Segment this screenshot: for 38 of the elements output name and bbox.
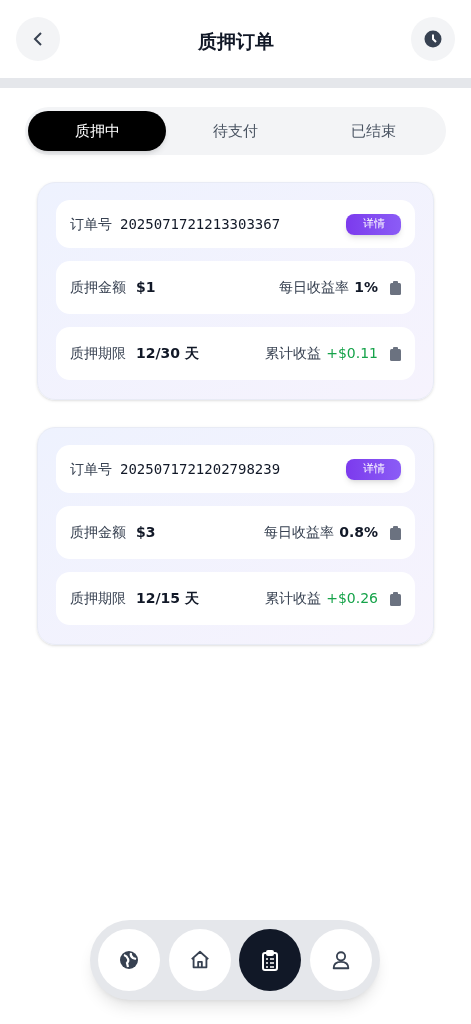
- tab[interactable]: 质押中: [28, 111, 167, 151]
- clipboard-icon[interactable]: [390, 280, 401, 295]
- amount-label: 质押金额: [70, 278, 126, 297]
- earnings-label: 累计收益: [265, 589, 322, 608]
- term-value: 12/30 天: [136, 344, 200, 363]
- earnings-value: +$0.26: [326, 589, 378, 608]
- details-button[interactable]: 详情: [346, 213, 401, 235]
- rate-value: 1%: [354, 278, 378, 297]
- order-number: 2025071721202798239: [120, 459, 282, 479]
- rate-value: 0.8%: [339, 523, 378, 542]
- rate-label: 每日收益率: [264, 523, 335, 542]
- term-label: 质押期限: [70, 344, 126, 363]
- home-icon: [188, 949, 211, 971]
- clipboard-icon[interactable]: [390, 591, 401, 606]
- tab[interactable]: 已结束: [304, 111, 443, 151]
- history-button[interactable]: [411, 17, 455, 61]
- order-label: 订单号: [70, 214, 112, 234]
- back-icon: [33, 31, 43, 47]
- globe-icon: [119, 950, 139, 970]
- earnings-value: +$0.11: [326, 344, 378, 363]
- order-label: 订单号: [70, 459, 112, 479]
- earnings-label: 累计收益: [265, 344, 322, 363]
- clipboard-icon[interactable]: [390, 346, 401, 361]
- clipboard-icon[interactable]: [390, 525, 401, 540]
- amount-value: $1: [136, 278, 157, 297]
- term-label: 质押期限: [70, 589, 126, 608]
- clipboard-list-icon: [260, 949, 281, 971]
- amount-label: 质押金额: [70, 523, 126, 542]
- tab[interactable]: 待支付: [166, 111, 305, 151]
- nav-button[interactable]: [309, 929, 372, 991]
- nav-button[interactable]: [98, 929, 160, 991]
- page-title: 质押订单: [197, 29, 274, 54]
- term-value: 12/15 天: [136, 589, 200, 608]
- amount-value: $3: [136, 523, 157, 542]
- details-button[interactable]: 详情: [346, 458, 401, 480]
- clock-icon: [424, 30, 442, 48]
- order-number: 2025071721213303367: [120, 214, 282, 234]
- rate-label: 每日收益率: [279, 278, 350, 297]
